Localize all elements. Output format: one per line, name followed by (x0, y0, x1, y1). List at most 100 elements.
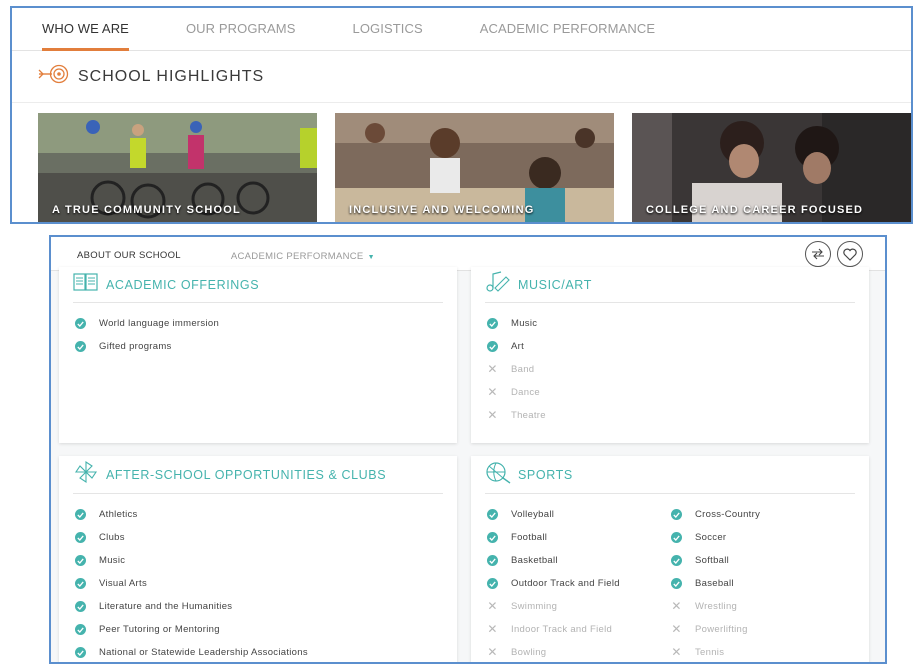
x-icon: ✕ (671, 622, 682, 636)
card-header: ACADEMIC OFFERINGS (73, 267, 443, 303)
item-label: National or Statewide Leadership Associa… (99, 647, 308, 658)
list-item: National or Statewide Leadership Associa… (75, 641, 457, 662)
sports-list: Volleyball Cross-Country Football Soccer Bas… (471, 494, 869, 662)
card-header: MUSIC/ART (485, 267, 855, 303)
list-item: ✕ Swimming (487, 595, 671, 618)
item-label: Peer Tutoring or Mentoring (99, 624, 220, 635)
item-label: Wrestling (695, 601, 738, 612)
check-icon (671, 532, 682, 543)
card-title: ACADEMIC OFFERINGS (106, 277, 260, 292)
compare-button[interactable] (805, 241, 831, 267)
list-item: World language immersion (75, 312, 457, 335)
list-item: Art (487, 335, 869, 358)
highlight-tile-college[interactable]: COLLEGE AND CAREER FOCUSED (632, 113, 911, 222)
item-label: Band (511, 364, 535, 375)
x-icon: ✕ (671, 599, 682, 613)
item-label: Music (99, 555, 126, 566)
list-item: Peer Tutoring or Mentoring (75, 618, 457, 641)
item-label: Outdoor Track and Field (511, 578, 620, 589)
list-item: ✕ Tennis (671, 641, 851, 662)
list-item: Athletics (75, 503, 457, 526)
list-item: ✕ Dance (487, 381, 869, 404)
tab-our-programs[interactable]: OUR PROGRAMS (186, 8, 296, 50)
school-highlights-panel: WHO WE ARE OUR PROGRAMS LOGISTICS ACADEM… (10, 6, 913, 224)
item-label: Athletics (99, 509, 138, 520)
item-label: Theatre (511, 410, 546, 421)
x-icon: ✕ (671, 645, 682, 659)
list-item: Volleyball (487, 503, 671, 526)
tab-label: ACADEMIC PERFORMANCE (230, 251, 364, 262)
check-icon (487, 341, 498, 352)
list-item: Football (487, 526, 671, 549)
check-icon (75, 318, 86, 329)
check-icon (75, 509, 86, 520)
x-icon: ✕ (487, 599, 498, 613)
caret-down-icon: ▼ (367, 254, 375, 261)
check-icon (487, 578, 498, 589)
card-title: SPORTS (518, 467, 573, 482)
tab-who-we-are[interactable]: WHO WE ARE (42, 8, 129, 51)
item-label: World language immersion (99, 318, 220, 329)
check-icon (75, 601, 86, 612)
highlight-tile-inclusive[interactable]: INCLUSIVE AND WELCOMING (335, 113, 614, 222)
check-icon (487, 555, 498, 566)
card-title: AFTER-SCHOOL OPPORTUNITIES & CLUBS (106, 467, 387, 482)
card-sports: SPORTS Volleyball Cross-Country Football So… (471, 456, 869, 662)
favorite-button[interactable] (837, 241, 863, 267)
heart-icon (843, 248, 857, 261)
check-icon (671, 555, 682, 566)
item-label: Literature and the Humanities (99, 601, 233, 612)
item-label: Softball (695, 555, 730, 566)
check-icon (75, 532, 86, 543)
item-label: Dance (511, 387, 540, 398)
check-icon (75, 341, 86, 352)
x-icon: ✕ (487, 622, 498, 636)
music-art-list: Music Art ✕ Band ✕ Dance ✕ Theatre (471, 303, 869, 427)
check-icon (75, 624, 86, 635)
highlight-tile-community[interactable]: A TRUE COMMUNITY SCHOOL (38, 113, 317, 222)
list-item: Gifted programs (75, 335, 457, 358)
card-music-art: MUSIC/ART Music Art ✕ Band ✕ Dance ✕ Theatre (471, 267, 869, 443)
check-icon (671, 509, 682, 520)
item-label: Cross-Country (695, 509, 761, 520)
check-icon (487, 532, 498, 543)
item-label: Swimming (511, 601, 558, 612)
card-after-school: AFTER-SCHOOL OPPORTUNITIES & CLUBS Athle… (59, 456, 457, 662)
list-item: Basketball (487, 549, 671, 572)
school-profile-panel: ABOUT OUR SCHOOL ACADEMIC PERFORMANCE ▼ A… (49, 235, 887, 664)
x-icon: ✕ (487, 645, 498, 659)
nav-actions (805, 241, 863, 267)
check-icon (487, 318, 498, 329)
pinwheel-icon (73, 460, 99, 489)
list-item: Visual Arts (75, 572, 457, 595)
list-item: Soccer (671, 526, 851, 549)
item-label: Baseball (695, 578, 734, 589)
card-title: MUSIC/ART (518, 277, 592, 292)
card-academic-offerings: ACADEMIC OFFERINGS World language immers… (59, 267, 457, 443)
tile-label: A TRUE COMMUNITY SCHOOL (52, 204, 241, 216)
item-label: Art (511, 341, 525, 352)
list-item: Music (487, 312, 869, 335)
item-label: Visual Arts (99, 578, 148, 589)
item-label: Volleyball (511, 509, 555, 520)
check-icon (75, 578, 86, 589)
item-label: Tennis (695, 647, 725, 658)
academic-offerings-list: World language immersion Gifted programs (59, 303, 457, 358)
x-icon: ✕ (487, 362, 498, 376)
list-item: ✕ Wrestling (671, 595, 851, 618)
list-item: ✕ Powerlifting (671, 618, 851, 641)
list-item: Music (75, 549, 457, 572)
x-icon: ✕ (487, 385, 498, 399)
card-header: AFTER-SCHOOL OPPORTUNITIES & CLUBS (73, 456, 443, 494)
item-label: Bowling (511, 647, 547, 658)
tab-logistics[interactable]: LOGISTICS (353, 8, 423, 50)
sports-ball-icon (485, 460, 511, 489)
list-item: Outdoor Track and Field (487, 572, 671, 595)
list-item: ✕ Band (487, 358, 869, 381)
top-tab-bar: WHO WE ARE OUR PROGRAMS LOGISTICS ACADEM… (12, 8, 911, 51)
item-label: Football (511, 532, 548, 543)
tile-label: COLLEGE AND CAREER FOCUSED (646, 204, 864, 216)
check-icon (75, 647, 86, 658)
tab-academic-performance[interactable]: ACADEMIC PERFORMANCE (480, 8, 655, 50)
item-label: Gifted programs (99, 341, 172, 352)
